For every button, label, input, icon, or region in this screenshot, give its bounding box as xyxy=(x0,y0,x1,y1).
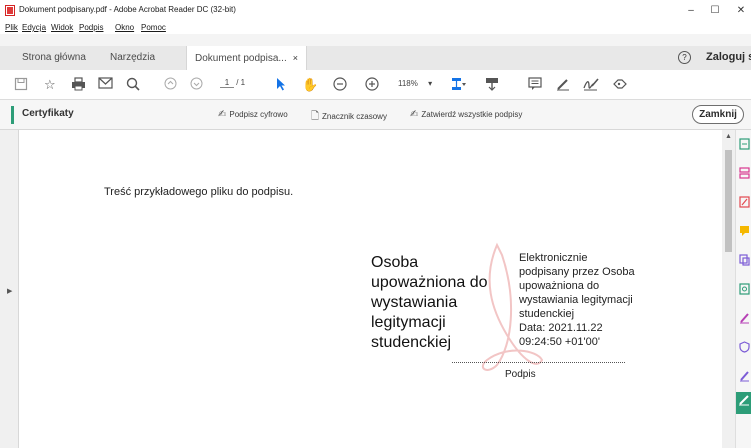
signature-detail-line: podpisany przez Osoba xyxy=(519,266,635,278)
sign-digitally-button[interactable]: ✍ Podpisz cyfrowo xyxy=(218,109,288,120)
login-link[interactable]: Zaloguj się xyxy=(706,51,751,63)
certificates-title: Certyfikaty xyxy=(22,108,74,119)
protect-icon[interactable] xyxy=(738,341,750,354)
menu-item-help[interactable]: Pomoc xyxy=(141,23,166,32)
save-icon[interactable] xyxy=(14,77,28,93)
comment-icon[interactable] xyxy=(528,77,542,93)
expand-panel-icon[interactable]: ▶ xyxy=(7,287,12,295)
scrollbar-thumb[interactable] xyxy=(725,150,732,252)
timestamp-button[interactable]: 🗋 Znacznik czasowy xyxy=(311,109,387,126)
signer-name-line: wystawiania xyxy=(371,294,458,311)
validate-signatures-button[interactable]: ✍ Zatwierdź wszystkie podpisy xyxy=(410,109,522,120)
menu-bar: Plik Edycja Widok Podpis Okno Pomoc xyxy=(0,22,751,34)
zoom-in-icon[interactable] xyxy=(365,77,379,93)
page-up-icon[interactable] xyxy=(164,77,177,93)
tab-home[interactable]: Strona główna xyxy=(22,46,86,71)
signature-date-line: Data: 2021.11.22 xyxy=(519,322,603,334)
signer-name-line: upoważniona do xyxy=(371,274,488,291)
export-pdf-icon[interactable] xyxy=(738,138,750,151)
search-zoom-icon[interactable] xyxy=(126,77,140,93)
signer-name-line: Osoba xyxy=(371,254,419,271)
signature-time-line: 09:24:50 +01'00' xyxy=(519,336,600,348)
print-icon[interactable] xyxy=(71,77,86,93)
timestamp-document-icon: 🗋 xyxy=(311,111,320,122)
close-certificates-button[interactable]: Zamknij xyxy=(692,105,744,124)
send-for-signature-icon[interactable] xyxy=(738,370,750,383)
tab-document[interactable]: Dokument podpisa... × xyxy=(186,46,307,71)
zoom-level-dropdown[interactable]: 118% ▾ xyxy=(398,79,432,88)
page-total: / 1 xyxy=(236,78,246,87)
bookmark-star-icon[interactable]: ☆ xyxy=(44,77,56,93)
signature-dotted-line xyxy=(452,362,625,363)
fit-page-icon[interactable] xyxy=(450,77,466,93)
sign-digitally-label: Podpisz cyfrowo xyxy=(229,110,288,119)
signature-detail-line: Elektronicznie xyxy=(519,252,588,264)
menu-item-view[interactable]: Widok xyxy=(51,23,73,32)
pen-sign-icon: ✍ xyxy=(218,109,227,120)
title-bar: Dokument podpisany.pdf - Adobe Acrobat R… xyxy=(0,0,751,22)
signature-caption: Podpis xyxy=(505,369,536,380)
page-indicator: 1 / 1 xyxy=(220,78,245,88)
zoom-value: 118% xyxy=(398,79,418,88)
organize-pages-icon[interactable] xyxy=(738,167,750,180)
certificates-icon[interactable] xyxy=(736,392,751,414)
tabs-row: Strona główna Narzędzia Dokument podpisa… xyxy=(0,34,751,71)
timestamp-label: Znacznik czasowy xyxy=(322,112,387,121)
tab-tools[interactable]: Narzędzia xyxy=(110,46,155,71)
document-page: Treść przykładowego pliku do podpisu. Os… xyxy=(19,130,722,448)
combine-files-icon[interactable] xyxy=(738,254,750,267)
close-window-button[interactable]: ✕ xyxy=(726,2,751,20)
left-panel: ▶ xyxy=(0,130,19,448)
scroll-mode-icon[interactable] xyxy=(485,77,499,93)
vertical-scrollbar[interactable]: ▲ xyxy=(722,130,735,448)
scan-ocr-icon[interactable] xyxy=(738,283,750,296)
signature-detail-line: upoważniona do xyxy=(519,280,600,292)
comment-tool-icon[interactable] xyxy=(738,225,750,238)
zoom-out-icon[interactable] xyxy=(333,77,347,93)
signature-detail-line: wystawiania legitymacji xyxy=(519,294,633,306)
validate-sign-icon: ✍ xyxy=(410,109,419,120)
sign-icon[interactable] xyxy=(583,77,599,93)
menu-item-sign[interactable]: Podpis xyxy=(79,23,103,32)
page-number-input[interactable]: 1 xyxy=(220,78,234,88)
share-icon[interactable] xyxy=(612,77,628,93)
hand-tool-icon[interactable]: ✋ xyxy=(302,77,318,93)
page-down-icon[interactable] xyxy=(190,77,203,93)
tab-close-icon[interactable]: × xyxy=(293,53,298,63)
validate-label: Zatwierdź wszystkie podpisy xyxy=(421,110,523,119)
certificates-bar: Certyfikaty ✍ Podpisz cyfrowo 🗋 Znacznik c… xyxy=(0,100,751,130)
pen-icon[interactable] xyxy=(556,77,570,93)
zoom-caret-icon: ▾ xyxy=(428,79,433,88)
window-title: Dokument podpisany.pdf - Adobe Acrobat R… xyxy=(19,5,236,14)
help-icon[interactable]: ? xyxy=(678,51,691,64)
select-cursor-icon[interactable] xyxy=(276,77,286,93)
certificates-accent xyxy=(11,106,14,124)
edit-pdf-icon[interactable] xyxy=(738,196,750,209)
fill-sign-icon[interactable] xyxy=(738,312,750,325)
right-tools-rail xyxy=(735,130,751,448)
main-toolbar: ☆ 1 / 1 ✋ 118% ▾ xyxy=(0,70,751,100)
menu-item-edit[interactable]: Edycja xyxy=(22,23,46,32)
scroll-up-icon[interactable]: ▲ xyxy=(725,133,732,140)
signature-detail-line: studenckiej xyxy=(519,308,575,320)
menu-item-file[interactable]: Plik xyxy=(5,23,18,32)
signature-details[interactable]: Elektronicznie podpisany przez Osoba upo… xyxy=(519,251,635,349)
menu-item-window[interactable]: Okno xyxy=(115,23,134,32)
acrobat-app-icon xyxy=(5,5,15,16)
document-body-text: Treść przykładowego pliku do podpisu. xyxy=(104,186,294,198)
tab-document-label: Dokument podpisa... xyxy=(195,53,287,64)
signature-signer-name: Osoba upoważniona do wystawiania legitym… xyxy=(371,253,488,353)
signer-name-line: studenckiej xyxy=(371,334,452,351)
email-icon[interactable] xyxy=(98,77,113,93)
signer-name-line: legitymacji xyxy=(371,314,446,331)
